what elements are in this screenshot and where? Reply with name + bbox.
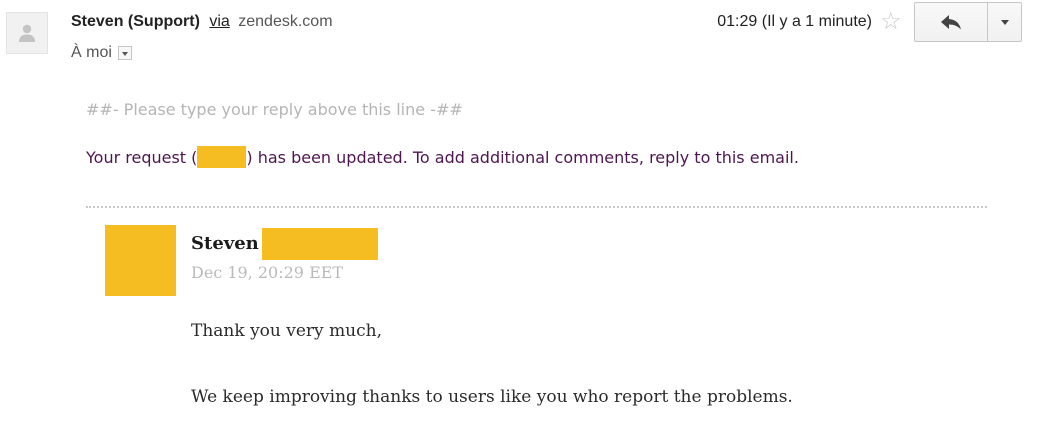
via-link[interactable]: via <box>209 13 229 30</box>
comment-author-row: Steven <box>191 228 378 260</box>
redacted-author-surname <box>261 228 378 260</box>
comment-date: Dec 19, 20:29 EET <box>191 263 344 282</box>
commenter-avatar <box>105 225 176 296</box>
sender-line: Steven (Support) via zendesk.com <box>71 12 333 32</box>
comment-author: Steven <box>191 233 259 254</box>
recipient-label: À moi <box>71 44 112 61</box>
person-icon <box>19 24 35 42</box>
recipient-line: À moi <box>71 43 132 63</box>
sender-avatar[interactable] <box>6 12 48 54</box>
request-suffix: ) has been updated. To add additional co… <box>246 148 799 167</box>
comment-paragraph: Thank you very much, <box>191 321 383 341</box>
message-time: 01:29 (Il y a 1 minute) <box>717 13 872 30</box>
reply-button[interactable] <box>914 2 988 42</box>
request-prefix: Your request ( <box>86 148 198 167</box>
sender-name[interactable]: Steven (Support) <box>71 13 200 30</box>
chevron-down-icon <box>1000 19 1009 25</box>
more-options-button[interactable] <box>988 2 1022 42</box>
reply-separator: ##- Please type your reply above this li… <box>86 100 463 119</box>
request-update-text: Your request ( ) has been updated. To add… <box>86 146 799 168</box>
sender-domain: zendesk.com <box>238 13 333 30</box>
recipient-details-chevron-down-icon[interactable] <box>117 46 132 60</box>
redacted-request-id <box>197 146 247 168</box>
reply-icon <box>941 15 961 30</box>
reply-button-group <box>914 2 1022 42</box>
star-icon[interactable]: ☆ <box>880 10 902 34</box>
comment-paragraph: We keep improving thanks to users like y… <box>191 387 793 407</box>
comment-divider <box>86 206 987 208</box>
